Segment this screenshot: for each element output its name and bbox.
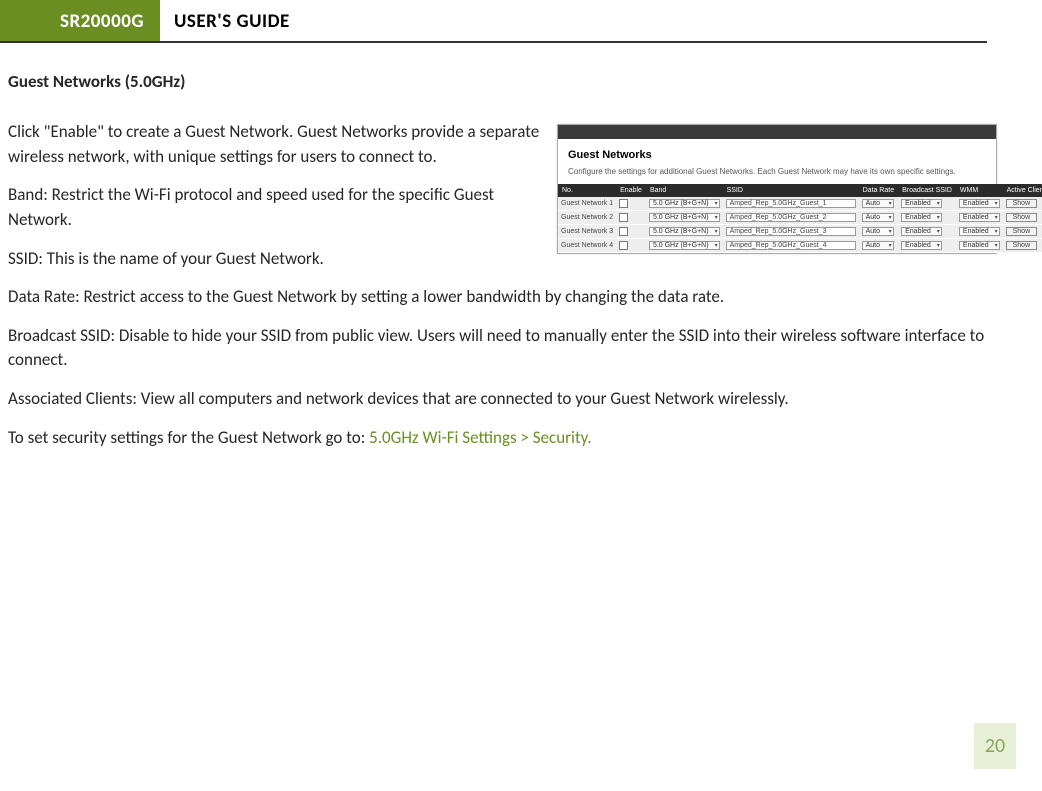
col-ssid: SSID [723, 184, 859, 197]
guest-network-table: No. Enable Band SSID Data Rate Broadcast… [558, 184, 1042, 253]
table-row: Guest Network 2 5.0 GHz (B+G+N) Amped_Re… [558, 211, 1042, 225]
cell-active: Show [1003, 211, 1042, 225]
col-band: Band [646, 184, 723, 197]
cell-band: 5.0 GHz (B+G+N) [646, 225, 723, 239]
screenshot-title: Guest Networks [558, 139, 996, 163]
cell-band: 5.0 GHz (B+G+N) [646, 197, 723, 211]
table-header-row: No. Enable Band SSID Data Rate Broadcast… [558, 184, 1042, 197]
cell-rate: Auto [859, 239, 899, 253]
col-no: No. [558, 184, 616, 197]
cell-no: Guest Network 4 [558, 239, 616, 253]
paragraph: To set security settings for the Guest N… [8, 426, 997, 451]
cell-rate: Auto [859, 225, 899, 239]
cell-broadcast: Enabled [898, 197, 956, 211]
show-button[interactable]: Show [1006, 199, 1038, 208]
broadcast-select[interactable]: Enabled [901, 213, 942, 222]
wmm-select[interactable]: Enabled [959, 241, 1000, 250]
band-select[interactable]: 5.0 GHz (B+G+N) [649, 213, 720, 222]
wmm-select[interactable]: Enabled [959, 199, 1000, 208]
screenshot-description: Configure the settings for additional Gu… [558, 163, 996, 184]
broadcast-select[interactable]: Enabled [901, 241, 942, 250]
product-model: SR20000G [0, 0, 160, 41]
cell-band: 5.0 GHz (B+G+N) [646, 239, 723, 253]
cell-broadcast: Enabled [898, 211, 956, 225]
cell-rate: Auto [859, 197, 899, 211]
embedded-screenshot: Guest Networks Configure the settings fo… [557, 124, 997, 254]
cell-wmm: Enabled [956, 225, 1003, 239]
cell-wmm: Enabled [956, 197, 1003, 211]
cell-band: 5.0 GHz (B+G+N) [646, 211, 723, 225]
wmm-select[interactable]: Enabled [959, 227, 1000, 236]
ssid-input[interactable]: Amped_Rep_5.0GHz_Guest_3 [726, 227, 856, 236]
cell-enable [616, 239, 646, 253]
cell-wmm: Enabled [956, 211, 1003, 225]
section-heading: Guest Networks (5.0GHz) [8, 71, 997, 92]
cell-ssid: Amped_Rep_5.0GHz_Guest_4 [723, 239, 859, 253]
rate-select[interactable]: Auto [862, 227, 894, 236]
col-broadcast: Broadcast SSID [898, 184, 956, 197]
ssid-input[interactable]: Amped_Rep_5.0GHz_Guest_2 [726, 213, 856, 222]
security-settings-link[interactable]: 5.0GHz Wi-Fi Settings > Security. [369, 427, 591, 448]
cell-active: Show [1003, 197, 1042, 211]
body-text: Guest Networks Configure the settings fo… [8, 120, 997, 464]
col-active: Active Client List [1003, 184, 1042, 197]
enable-checkbox[interactable] [619, 199, 628, 208]
enable-checkbox[interactable] [619, 213, 628, 222]
cell-no: Guest Network 2 [558, 211, 616, 225]
col-wmm: WMM [956, 184, 1003, 197]
screenshot-topbar [558, 125, 996, 139]
table-row: Guest Network 4 5.0 GHz (B+G+N) Amped_Re… [558, 239, 1042, 253]
wmm-select[interactable]: Enabled [959, 213, 1000, 222]
cell-enable [616, 211, 646, 225]
band-select[interactable]: 5.0 GHz (B+G+N) [649, 241, 720, 250]
table-row: Guest Network 1 5.0 GHz (B+G+N) Amped_Re… [558, 197, 1042, 211]
cell-no: Guest Network 1 [558, 197, 616, 211]
ssid-input[interactable]: Amped_Rep_5.0GHz_Guest_4 [726, 241, 856, 250]
ssid-input[interactable]: Amped_Rep_5.0GHz_Guest_1 [726, 199, 856, 208]
paragraph: Data Rate: Restrict access to the Guest … [8, 285, 997, 310]
cell-broadcast: Enabled [898, 225, 956, 239]
cell-no: Guest Network 3 [558, 225, 616, 239]
cell-wmm: Enabled [956, 239, 1003, 253]
cell-active: Show [1003, 225, 1042, 239]
paragraph-text: To set security settings for the Guest N… [8, 427, 369, 448]
band-select[interactable]: 5.0 GHz (B+G+N) [649, 227, 720, 236]
rate-select[interactable]: Auto [862, 241, 894, 250]
cell-broadcast: Enabled [898, 239, 956, 253]
cell-active: Show [1003, 239, 1042, 253]
document-title: USER'S GUIDE [160, 0, 290, 41]
cell-enable [616, 197, 646, 211]
show-button[interactable]: Show [1006, 227, 1038, 236]
table-row: Guest Network 3 5.0 GHz (B+G+N) Amped_Re… [558, 225, 1042, 239]
broadcast-select: Enabled [901, 227, 942, 236]
enable-checkbox[interactable] [619, 227, 628, 236]
col-enable: Enable [616, 184, 646, 197]
cell-enable [616, 225, 646, 239]
rate-select[interactable]: Auto [862, 213, 894, 222]
rate-select[interactable]: Auto [862, 199, 894, 208]
band-select[interactable]: 5.0 GHz (B+G+N) [649, 199, 720, 208]
cell-ssid: Amped_Rep_5.0GHz_Guest_1 [723, 197, 859, 211]
enable-checkbox[interactable] [619, 241, 628, 250]
paragraph: Associated Clients: View all computers a… [8, 387, 997, 412]
broadcast-select[interactable]: Enabled [901, 199, 942, 208]
paragraph: Broadcast SSID: Disable to hide your SSI… [8, 324, 997, 373]
document-header: SR20000G USER'S GUIDE [0, 0, 987, 43]
page-content: Guest Networks (5.0GHz) Guest Networks C… [0, 43, 997, 464]
show-button[interactable]: Show [1006, 241, 1038, 250]
cell-rate: Auto [859, 211, 899, 225]
cell-ssid: Amped_Rep_5.0GHz_Guest_2 [723, 211, 859, 225]
page-number: 20 [974, 723, 1016, 769]
show-button[interactable]: Show [1006, 213, 1038, 222]
cell-ssid: Amped_Rep_5.0GHz_Guest_3 [723, 225, 859, 239]
col-data-rate: Data Rate [859, 184, 899, 197]
